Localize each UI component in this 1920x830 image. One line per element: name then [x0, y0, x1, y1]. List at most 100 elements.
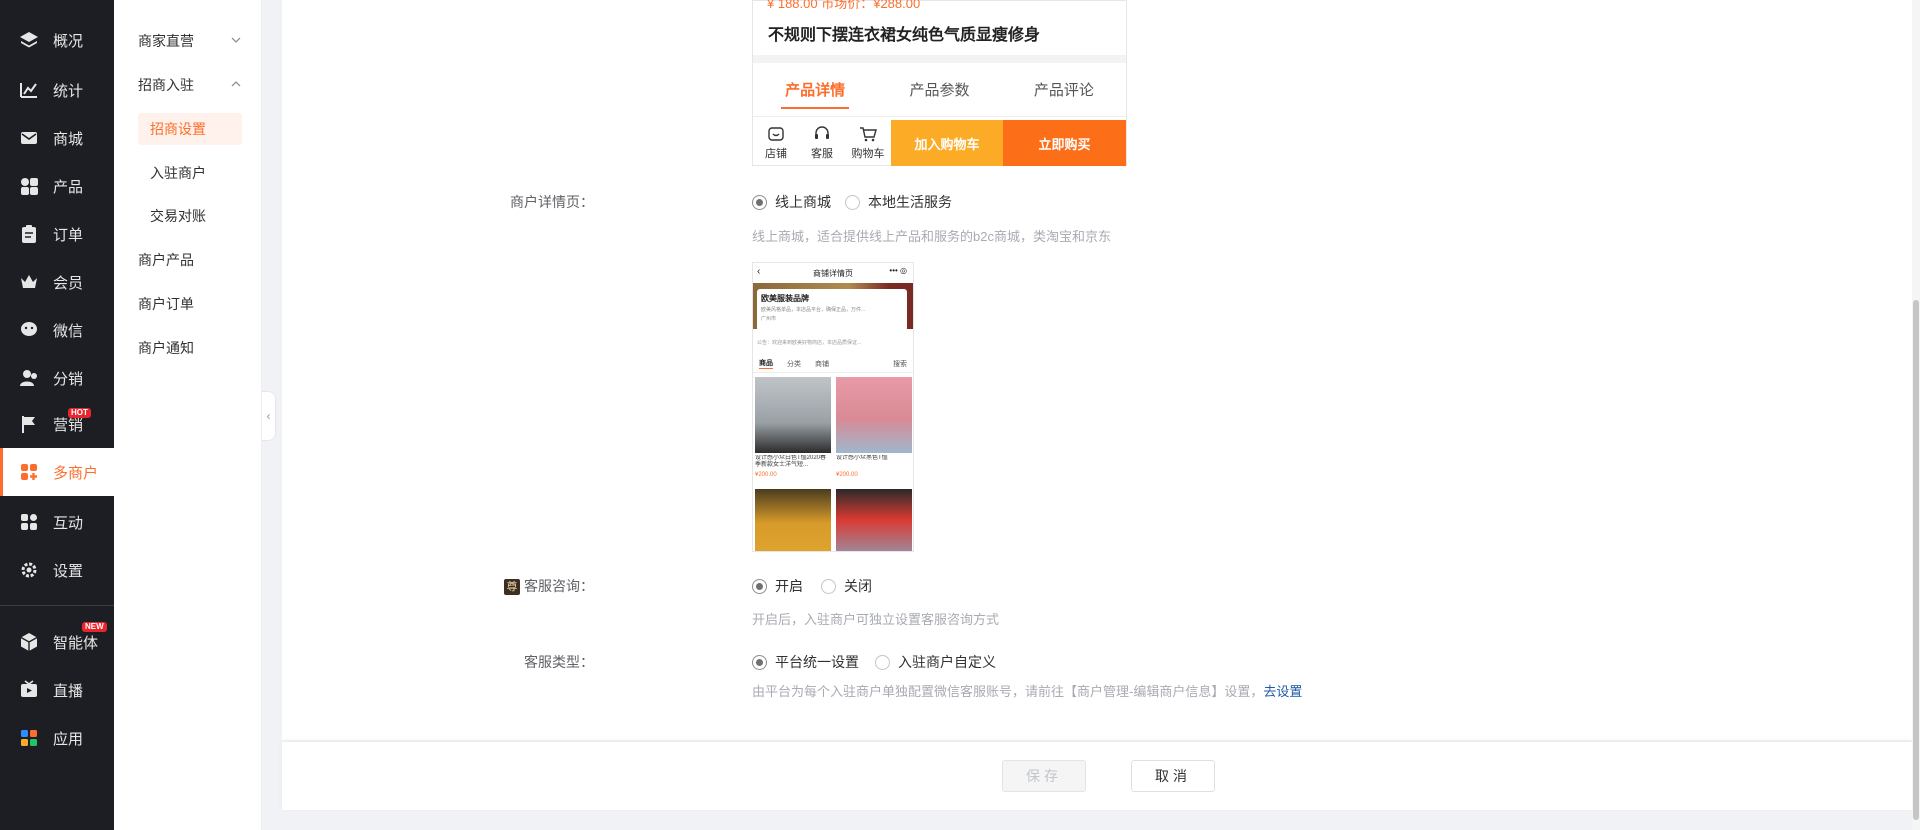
- nav-label: 互动: [53, 514, 84, 532]
- sub-menu: 商家直营 招商入驻 招商设置 入驻商户 交易对账 商户产品 商户订单 商户通知: [114, 0, 262, 830]
- mail-icon: [19, 128, 39, 148]
- cube-icon: [19, 632, 39, 652]
- go-settings-link[interactable]: 去设置: [1263, 684, 1302, 699]
- shop-page-preview: ‹ 商铺详情页 ••• ◎ 欧美服装品牌 欧美风格单品，本店品平台，确保正品，万…: [752, 262, 914, 552]
- product-page-preview: ¥ 188.00 市场价：¥288.00 不规则下摆连衣裙女纯色气质显瘦修身 产…: [752, 0, 1127, 166]
- submenu-recruitment-settings[interactable]: 招商设置: [138, 113, 242, 145]
- nav-item-multi-merchant[interactable]: 多商户: [0, 448, 114, 496]
- service-type-hint: 由平台为每个入驻商户单独配置微信客服账号，请前往【商户管理-编辑商户信息】设置，…: [752, 681, 1302, 700]
- radio-dot: [752, 578, 767, 594]
- submenu-direct-sale[interactable]: 商家直营: [138, 25, 248, 57]
- nav-item-apps[interactable]: 应用: [0, 714, 114, 762]
- shop-product-price: ¥200.00: [755, 472, 777, 478]
- submenu-merchants[interactable]: 入驻商户: [138, 157, 248, 189]
- preview-service-label: 客服: [811, 148, 833, 160]
- submenu-recruitment[interactable]: 招商入驻: [138, 69, 248, 101]
- radio-platform-unified[interactable]: 平台统一设置: [752, 652, 859, 672]
- shop-preview-title: 商铺详情页: [813, 268, 853, 278]
- chat-icon: [19, 320, 39, 340]
- submenu-label: 商家直营: [138, 33, 194, 49]
- back-icon: ‹: [757, 266, 761, 277]
- preview-cart: 购物车: [845, 120, 891, 166]
- nav-label: 应用: [53, 730, 84, 748]
- nav-item-live[interactable]: 直播: [0, 666, 114, 714]
- nav-item-interaction[interactable]: 互动: [0, 498, 114, 546]
- radio-label: 本地生活服务: [868, 194, 952, 210]
- nav-item-marketing[interactable]: 营销 HOT: [0, 400, 114, 448]
- radio-merchant-custom[interactable]: 入驻商户自定义: [875, 652, 996, 672]
- new-badge: NEW: [82, 622, 107, 632]
- grid-icon: [19, 176, 39, 196]
- nav-label: 会员: [53, 274, 84, 292]
- merchant-detail-hint: 线上商城，适合提供线上产品和服务的b2c商城，类淘宝和京东: [752, 229, 1111, 244]
- submenu-label: 交易对账: [150, 208, 206, 224]
- video-icon: [19, 680, 39, 700]
- service-type-label: 客服类型：: [524, 654, 594, 670]
- submenu-merchant-notices[interactable]: 商户通知: [138, 332, 248, 364]
- user-icon: [19, 368, 39, 388]
- nav-item-product[interactable]: 产品: [0, 162, 114, 210]
- preview-shop: 店铺: [753, 120, 799, 166]
- shop-tab-store: 商铺: [815, 360, 829, 368]
- product-image: [755, 489, 831, 551]
- submenu-label: 商户产品: [138, 252, 194, 268]
- nav-item-agent[interactable]: 智能体 NEW: [0, 618, 114, 666]
- nav-item-order[interactable]: 订单: [0, 210, 114, 258]
- shop-tab-category: 分类: [787, 360, 801, 368]
- collapse-sidebar-button[interactable]: ‹: [262, 391, 276, 441]
- shop-product-name: 设计感小众黑色T恤: [836, 455, 888, 461]
- shop-tabs: 商品 分类 商铺 搜索: [753, 355, 913, 373]
- gear-icon: [19, 560, 39, 580]
- nav-label: 设置: [53, 562, 84, 580]
- submenu-merchant-products[interactable]: 商户产品: [138, 244, 248, 276]
- preview-bottom-bar: 店铺 客服 购物车 加入购物车 立即购买: [753, 120, 1126, 166]
- cancel-button[interactable]: 取消: [1131, 760, 1215, 792]
- shop-brand-desc: 欧美风格单品，本店品平台，确保正品，万件...: [761, 307, 866, 313]
- submenu-reconciliation[interactable]: 交易对账: [138, 200, 248, 232]
- submenu-label: 招商入驻: [138, 77, 194, 93]
- preview-price: ¥ 188.00 市场价：¥288.00: [767, 0, 921, 11]
- store-icon: [19, 462, 39, 482]
- nav-item-statistics[interactable]: 统计: [0, 66, 114, 114]
- preview-tab-reviews: 产品评论: [1033, 82, 1094, 99]
- product-image: [836, 489, 912, 551]
- nav-item-wechat[interactable]: 微信: [0, 306, 114, 354]
- grid-icon: [19, 512, 39, 532]
- shop-product-card: 设计感小众白色T恤2020春季新款女士洋气短... ¥200.00: [755, 377, 831, 478]
- radio-service-off[interactable]: 关闭: [821, 576, 872, 596]
- radio-dot: [821, 578, 836, 594]
- save-button[interactable]: 保存: [1002, 760, 1086, 792]
- product-image: [836, 377, 912, 453]
- nav-label: 智能体: [53, 634, 99, 652]
- nav-label: 统计: [53, 82, 84, 100]
- preview-buy-now-button: 立即购买: [1003, 120, 1126, 166]
- shop-tab-goods: 商品: [759, 360, 773, 369]
- radio-service-on[interactable]: 开启: [752, 576, 803, 596]
- nav-label: 微信: [53, 322, 84, 340]
- submenu-merchant-orders[interactable]: 商户订单: [138, 288, 248, 320]
- radio-local-life[interactable]: 本地生活服务: [845, 192, 952, 212]
- preview-tab-detail: 产品详情: [781, 63, 850, 117]
- nav-item-distribution[interactable]: 分销: [0, 354, 114, 402]
- radio-label: 开启: [775, 578, 803, 594]
- nav-label: 多商户: [53, 464, 99, 482]
- scrollbar[interactable]: [1912, 0, 1920, 830]
- scrollbar-thumb[interactable]: [1913, 300, 1919, 820]
- chevron-down-icon: [231, 37, 241, 43]
- chevron-left-icon: ‹: [266, 409, 271, 423]
- vip-tag: 尊: [504, 579, 520, 595]
- shop-product-card: 设计感小众黑色T恤 ¥200.00: [836, 377, 912, 478]
- nav-item-member[interactable]: 会员: [0, 258, 114, 306]
- product-image: [755, 377, 831, 453]
- shop-product-price: ¥200.00: [836, 472, 858, 478]
- radio-dot: [845, 194, 860, 210]
- flag-icon: [19, 414, 39, 434]
- service-type-hint-text: 由平台为每个入驻商户单独配置微信客服账号，请前往【商户管理-编辑商户信息】设置，: [752, 684, 1264, 699]
- hot-badge: HOT: [68, 408, 91, 418]
- shop-location: 广州市: [761, 316, 777, 322]
- nav-item-overview[interactable]: 概况: [0, 16, 114, 64]
- nav-item-settings[interactable]: 设置: [0, 546, 114, 594]
- nav-item-mall[interactable]: 商城: [0, 114, 114, 162]
- radio-online-mall[interactable]: 线上商城: [752, 192, 831, 212]
- radio-dot: [752, 654, 767, 670]
